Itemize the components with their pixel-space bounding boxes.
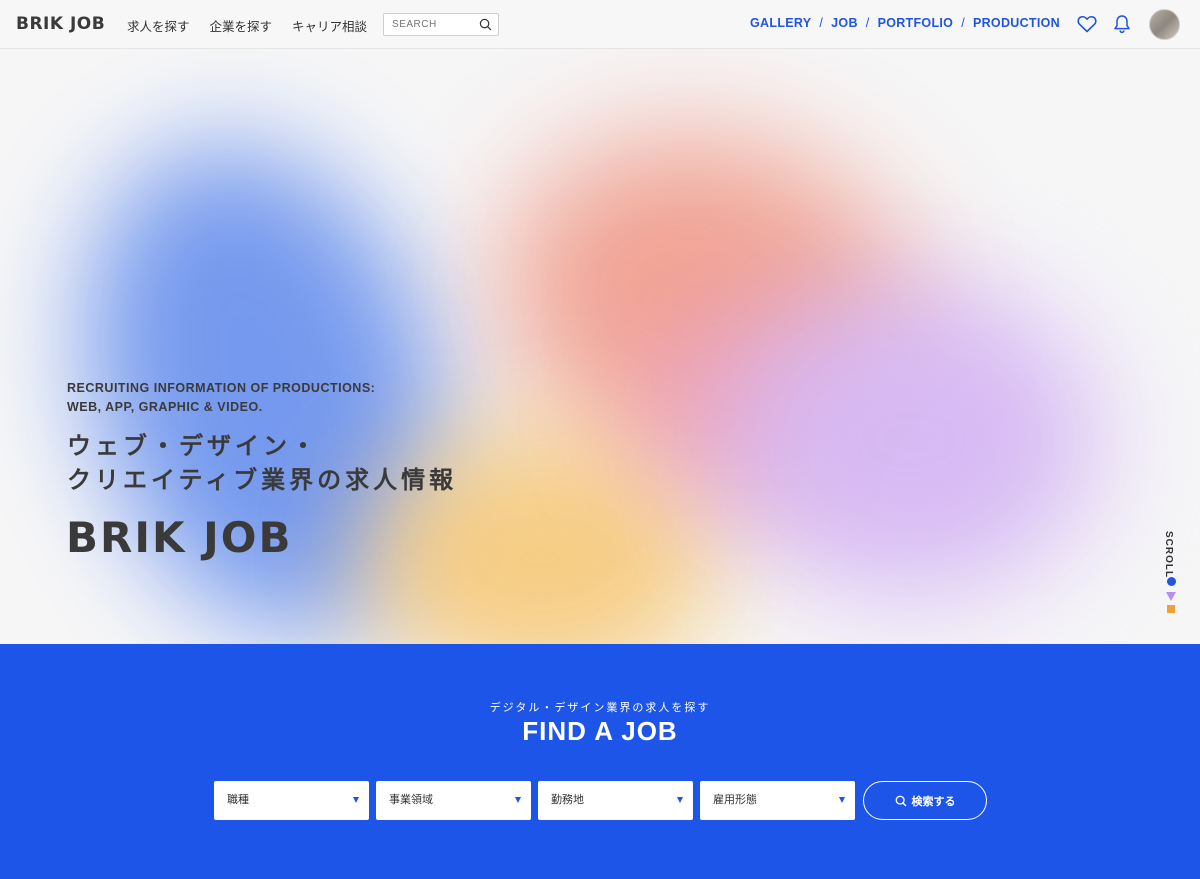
primary-nav: 求人を探す 企業を探す キャリア相談 xyxy=(127,16,367,35)
bell-icon[interactable] xyxy=(1113,14,1131,34)
search-button[interactable]: 検索する xyxy=(863,781,987,820)
job-type-select[interactable]: 職種 xyxy=(214,781,369,820)
nav-gallery[interactable]: GALLERY xyxy=(750,16,811,30)
hero-logo: BRIK JOB xyxy=(66,513,293,562)
find-job-title: FIND A JOB xyxy=(522,716,678,746)
scroll-label: SCROLL xyxy=(1163,531,1174,579)
find-job-section: デジタル・デザイン業界の求人を探す FIND A JOB 職種 事業領域 勤務地… xyxy=(0,644,1200,879)
site-logo[interactable]: BRIK JOB xyxy=(16,14,105,34)
nav-portfolio[interactable]: PORTFOLIO xyxy=(878,16,954,30)
search-button-label: 検索する xyxy=(911,795,956,808)
nav-separator: / xyxy=(865,16,870,30)
location-select-label: 勤務地 xyxy=(551,794,584,806)
caret-down-icon xyxy=(839,797,845,803)
hero-section: RECRUITING INFORMATION OF PRODUCTIONS: W… xyxy=(0,49,1200,644)
employment-type-select[interactable]: 雇用形態 xyxy=(700,781,855,820)
hero-title-line2: クリエイティブ業界の求人情報 xyxy=(67,466,458,494)
caret-down-icon xyxy=(353,797,359,803)
heart-icon[interactable] xyxy=(1077,15,1097,33)
business-area-select-label: 事業領域 xyxy=(389,794,433,806)
caret-down-icon xyxy=(515,797,521,803)
job-type-select-label: 職種 xyxy=(227,794,249,806)
user-avatar[interactable] xyxy=(1149,9,1180,40)
hero-title: ウェブ・デザイン・ クリエイティブ業界の求人情報 xyxy=(67,429,457,497)
nav-separator: / xyxy=(961,16,965,30)
hero-title-line1: ウェブ・デザイン・ xyxy=(67,432,319,460)
scroll-indicator[interactable]: SCROLL xyxy=(1163,531,1181,613)
secondary-nav: GALLERY / JOB / PORTFOLIO / PRODUCTION xyxy=(750,16,1060,30)
nav-separator: / xyxy=(819,16,824,30)
location-select[interactable]: 勤務地 xyxy=(538,781,693,820)
decorative-blob-purple xyxy=(720,279,1100,599)
nav-job[interactable]: JOB xyxy=(831,16,858,30)
nav-production[interactable]: PRODUCTION xyxy=(973,16,1060,30)
nav-career-consult[interactable]: キャリア相談 xyxy=(292,16,367,35)
hero-subtitle-line2: WEB, APP, GRAPHIC & VIDEO. xyxy=(67,400,263,414)
hero-subtitle-line1: RECRUITING INFORMATION OF PRODUCTIONS: xyxy=(67,381,376,395)
header-search xyxy=(383,13,499,36)
business-area-select[interactable]: 事業領域 xyxy=(376,781,531,820)
site-header: BRIK JOB 求人を探す 企業を探す キャリア相談 GALLERY / JO… xyxy=(0,0,1200,49)
search-input[interactable] xyxy=(384,14,474,35)
square-icon xyxy=(1167,605,1175,613)
search-icon xyxy=(895,795,906,806)
circle-icon xyxy=(1167,577,1176,586)
search-icon[interactable] xyxy=(479,18,492,31)
nav-find-companies[interactable]: 企業を探す xyxy=(210,16,273,35)
triangle-icon xyxy=(1166,592,1176,601)
caret-down-icon xyxy=(677,797,683,803)
hero-subtitle: RECRUITING INFORMATION OF PRODUCTIONS: W… xyxy=(67,379,375,417)
employment-type-select-label: 雇用形態 xyxy=(713,794,757,806)
find-job-subtitle: デジタル・デザイン業界の求人を探す xyxy=(489,702,711,714)
nav-find-jobs[interactable]: 求人を探す xyxy=(127,16,190,35)
